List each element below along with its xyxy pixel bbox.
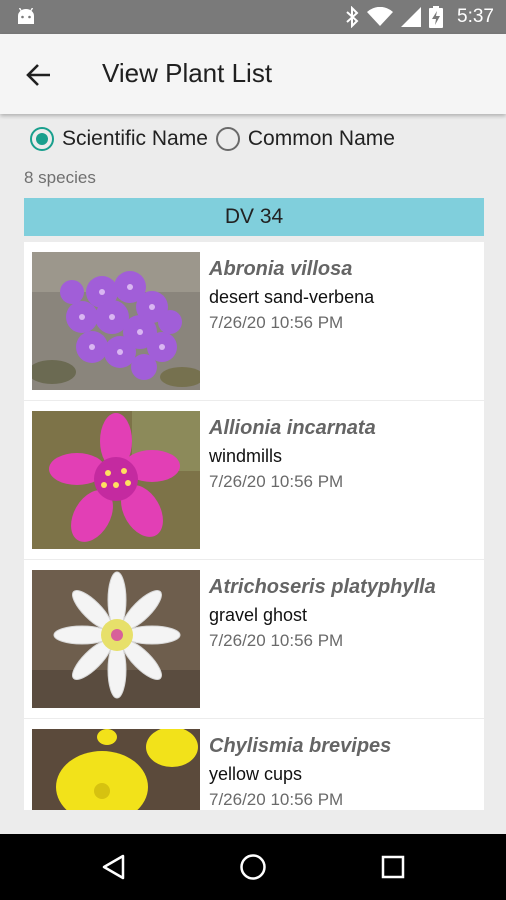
timestamp: 7/26/20 10:56 PM bbox=[209, 472, 344, 491]
page-title: View Plant List bbox=[102, 58, 273, 88]
bluetooth-icon bbox=[346, 6, 359, 28]
arrow-back-icon[interactable] bbox=[24, 60, 54, 90]
system-nav-bar bbox=[0, 834, 506, 900]
list-item[interactable]: Allionia incarnata windmills 7/26/20 10:… bbox=[24, 401, 484, 559]
list-item[interactable]: Abronia villosa desert sand-verbena 7/26… bbox=[24, 242, 484, 400]
recents-square-icon[interactable] bbox=[378, 852, 408, 882]
radio-label: Scientific Name bbox=[62, 127, 208, 150]
plant-photo bbox=[32, 570, 200, 708]
signal-icon bbox=[401, 7, 422, 27]
list-item[interactable]: Atrichoseris platyphylla gravel ghost 7/… bbox=[24, 560, 484, 718]
scientific-name: Allionia incarnata bbox=[209, 417, 376, 439]
list-item[interactable]: Chylismia brevipes yellow cups 7/26/20 1… bbox=[24, 719, 484, 810]
common-name: windmills bbox=[209, 446, 283, 466]
app-bar: View Plant List bbox=[0, 34, 506, 114]
back-triangle-icon[interactable] bbox=[99, 852, 129, 882]
species-count: 8 species bbox=[24, 168, 96, 187]
timestamp: 7/26/20 10:56 PM bbox=[209, 631, 344, 650]
home-circle-icon[interactable] bbox=[238, 852, 268, 882]
radio-scientific-name[interactable]: Scientific Name bbox=[30, 127, 208, 151]
android-icon bbox=[18, 8, 34, 24]
radio-selected-icon bbox=[30, 127, 54, 151]
clock: 5:37 bbox=[457, 6, 494, 27]
scientific-name: Atrichoseris platyphylla bbox=[209, 576, 436, 598]
radio-label: Common Name bbox=[247, 127, 395, 150]
timestamp: 7/26/20 10:56 PM bbox=[209, 313, 344, 332]
common-name: gravel ghost bbox=[209, 605, 308, 625]
plant-list[interactable]: Abronia villosa desert sand-verbena 7/26… bbox=[24, 242, 484, 810]
radio-common-name[interactable]: Common Name bbox=[215, 127, 395, 151]
group-header: DV 34 bbox=[24, 198, 484, 236]
scientific-name: Chylismia brevipes bbox=[209, 735, 392, 757]
status-bar: 5:37 bbox=[0, 0, 506, 34]
battery-charging-icon bbox=[429, 6, 444, 28]
plant-photo bbox=[32, 252, 200, 390]
timestamp: 7/26/20 10:56 PM bbox=[209, 790, 344, 809]
radio-unselected-icon bbox=[215, 127, 240, 151]
plant-photo bbox=[32, 729, 200, 810]
wifi-icon bbox=[367, 7, 394, 26]
name-mode-radio-group: Scientific Name Common Name bbox=[30, 124, 403, 154]
scientific-name: Abronia villosa bbox=[209, 258, 353, 280]
plant-photo bbox=[32, 411, 200, 549]
common-name: yellow cups bbox=[209, 764, 303, 784]
common-name: desert sand-verbena bbox=[209, 287, 375, 307]
